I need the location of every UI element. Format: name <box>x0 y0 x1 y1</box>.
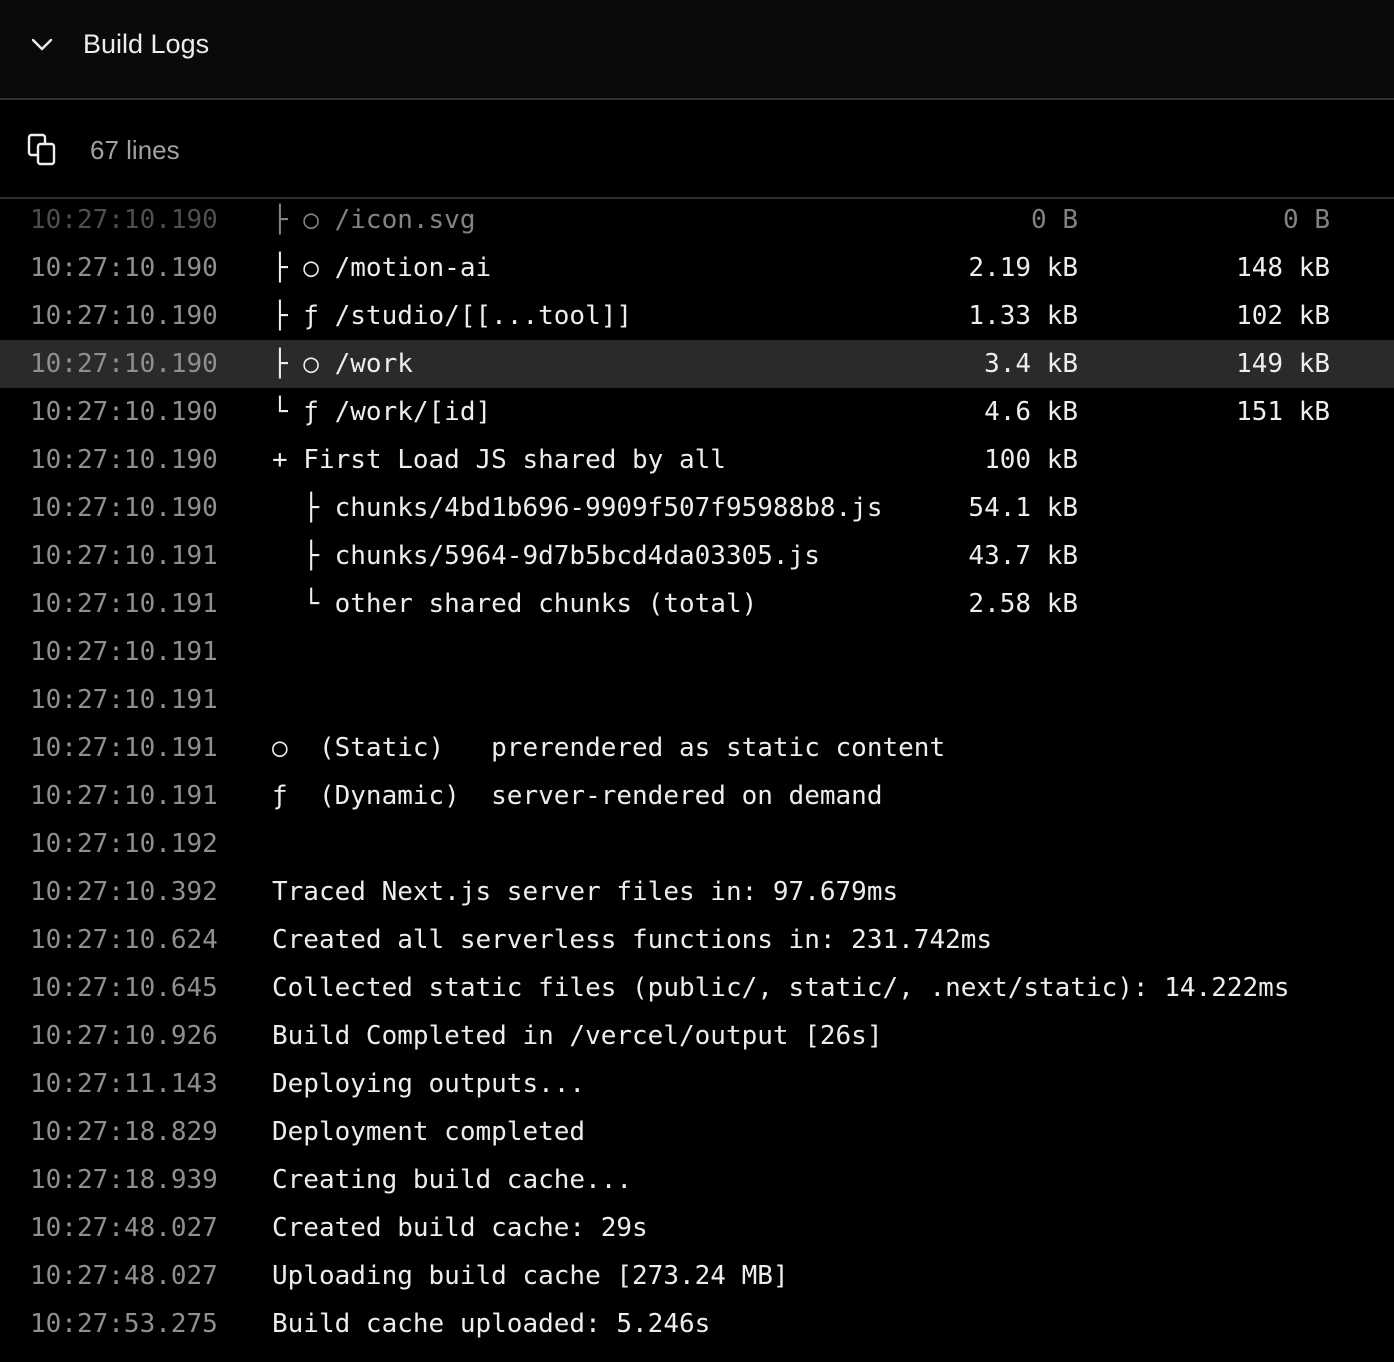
log-line[interactable]: 10:27:10.190 ├ ○ /work 3.4 kB 149 kB <box>0 340 1394 388</box>
log-timestamp: 10:27:48.027 <box>30 1213 218 1243</box>
log-message: ├ ƒ /studio/[[...tool]] <box>272 301 633 331</box>
log-line[interactable]: 10:27:10.191 ○ (Static) prerendered as st… <box>0 724 1394 772</box>
log-timestamp: 10:27:10.645 <box>30 973 218 1003</box>
log-message: Creating build cache... <box>272 1165 633 1195</box>
log-timestamp: 10:27:48.027 <box>30 1261 218 1291</box>
log-timestamp: 10:27:10.926 <box>30 1021 218 1051</box>
log-line[interactable]: 10:27:18.939 Creating build cache... <box>0 1156 1394 1204</box>
log-line[interactable]: 10:27:10.190 ├ ƒ /studio/[[...tool]] 1.33 … <box>0 292 1394 340</box>
log-first-load: 149 kB <box>1236 349 1330 379</box>
log-timestamp: 10:27:10.190 <box>30 253 218 283</box>
log-timestamp: 10:27:11.143 <box>30 1069 218 1099</box>
log-timestamp: 10:27:10.191 <box>30 541 218 571</box>
log-line[interactable]: 10:27:10.190 ├ chunks/4bd1b696-9909f507f… <box>0 484 1394 532</box>
log-output[interactable]: 10:27:10.190 ├ ○ /icon.svg 0 B0 B 10:27:10.… <box>0 199 1394 1362</box>
log-size: 3.4 kB <box>984 349 1078 379</box>
log-message: Build cache uploaded: 5.246s <box>272 1309 711 1339</box>
log-timestamp: 10:27:18.829 <box>30 1117 218 1147</box>
log-message: Build Completed in /vercel/output [26s] <box>272 1021 883 1051</box>
log-first-load: 151 kB <box>1236 397 1330 427</box>
log-message: Collected static files (public/, static/… <box>272 973 1290 1003</box>
log-timestamp: 10:27:10.192 <box>30 829 218 859</box>
log-message: ├ chunks/5964-9d7b5bcd4da03305.js <box>272 541 820 571</box>
log-message: Created build cache: 29s <box>272 1213 648 1243</box>
line-count: 67 lines <box>90 135 180 165</box>
log-line[interactable]: 10:27:10.926 Build Completed in /vercel/o… <box>0 1012 1394 1060</box>
log-line[interactable]: 10:27:10.190 ├ ○ /motion-ai 2.19 kB 148 kB <box>0 244 1394 292</box>
log-line[interactable]: 10:27:10.190 + First Load JS shared by al… <box>0 436 1394 484</box>
copy-icon[interactable] <box>26 132 58 168</box>
log-message: └ ƒ /work/[id] <box>272 397 492 427</box>
log-line[interactable]: 10:27:18.829 Deployment completed <box>0 1108 1394 1156</box>
log-message: ├ ○ /work <box>272 349 413 379</box>
log-message: ├ ○ /motion-ai <box>272 253 492 283</box>
log-size: 1.33 kB <box>968 301 1078 331</box>
log-line[interactable]: 10:27:48.027 Created build cache: 29s <box>0 1204 1394 1252</box>
log-size: 54.1 kB <box>968 493 1078 523</box>
log-line[interactable]: 10:27:10.191 ƒ (Dynamic) server-rendered … <box>0 772 1394 820</box>
log-message: + First Load JS shared by all <box>272 445 726 475</box>
log-timestamp: 10:27:10.191 <box>30 733 218 763</box>
log-message: Deploying outputs... <box>272 1069 586 1099</box>
log-size: 100 kB <box>984 445 1078 475</box>
log-timestamp: 10:27:53.275 <box>30 1309 218 1339</box>
log-message: Uploading build cache [273.24 MB] <box>272 1261 789 1291</box>
log-timestamp: 10:27:10.190 <box>30 205 218 235</box>
log-line[interactable]: 10:27:10.190 ├ ○ /icon.svg 0 B 0 B <box>0 199 1394 244</box>
log-message: ƒ (Dynamic) server-rendered on demand <box>272 781 883 811</box>
log-size: 0 B <box>1031 205 1078 235</box>
log-timestamp: 10:27:10.191 <box>30 781 218 811</box>
log-line[interactable]: 10:27:10.191 <box>0 676 1394 724</box>
log-line[interactable]: 10:27:10.190 └ ƒ /work/[id] 4.6 kB 151 kB <box>0 388 1394 436</box>
log-line[interactable]: 10:27:10.192 <box>0 820 1394 868</box>
log-size: 4.6 kB <box>984 397 1078 427</box>
log-timestamp: 10:27:10.392 <box>30 877 218 907</box>
log-timestamp: 10:27:10.190 <box>30 445 218 475</box>
log-timestamp: 10:27:10.191 <box>30 637 218 667</box>
log-toolbar <box>0 102 1394 199</box>
log-timestamp: 10:27:10.190 <box>30 349 218 379</box>
log-timestamp: 10:27:10.191 <box>30 685 218 715</box>
log-message: Created all serverless functions in: 231… <box>272 925 993 955</box>
log-line[interactable]: 10:27:10.392 Traced Next.js server files … <box>0 868 1394 916</box>
log-timestamp: 10:27:10.624 <box>30 925 218 955</box>
log-message: ├ ○ /icon.svg <box>272 205 476 235</box>
log-timestamp: 10:27:10.190 <box>30 493 218 523</box>
chevron-down-icon[interactable] <box>28 30 56 58</box>
log-message: └ other shared chunks (total) <box>272 589 758 619</box>
log-line[interactable]: 10:27:10.191 ├ chunks/5964-9d7b5bcd4da03… <box>0 532 1394 580</box>
log-line[interactable]: 10:27:10.191 └ other shared chunks (tota… <box>0 580 1394 628</box>
log-line[interactable]: 10:27:11.143 Deploying outputs... <box>0 1060 1394 1108</box>
log-message: Traced Next.js server files in: 97.679ms <box>272 877 899 907</box>
log-size: 2.19 kB <box>968 253 1078 283</box>
build-logs-title[interactable]: Build Logs <box>83 26 209 62</box>
log-line[interactable]: 10:27:48.027 Uploading build cache [273.2… <box>0 1252 1394 1300</box>
log-timestamp: 10:27:10.191 <box>30 589 218 619</box>
log-message: ├ chunks/4bd1b696-9909f507f95988b8.js <box>272 493 883 523</box>
log-line[interactable]: 10:27:10.191 <box>0 628 1394 676</box>
log-first-load: 102 kB <box>1236 301 1330 331</box>
log-first-load: 0 B <box>1283 205 1330 235</box>
log-first-load: 148 kB <box>1236 253 1330 283</box>
log-line[interactable]: 10:27:53.275 Build cache uploaded: 5.246s <box>0 1300 1394 1348</box>
log-timestamp: 10:27:10.190 <box>30 301 218 331</box>
log-size: 2.58 kB <box>968 589 1078 619</box>
log-line[interactable]: 10:27:10.645 Collected static files (publ… <box>0 964 1394 1012</box>
log-size: 43.7 kB <box>968 541 1078 571</box>
build-logs-header: Build Logs <box>0 0 1394 100</box>
log-message: ○ (Static) prerendered as static content <box>272 733 946 763</box>
log-line[interactable]: 10:27:10.624 Created all serverless funct… <box>0 916 1394 964</box>
log-timestamp: 10:27:10.190 <box>30 397 218 427</box>
log-timestamp: 10:27:18.939 <box>30 1165 218 1195</box>
log-message: Deployment completed <box>272 1117 586 1147</box>
